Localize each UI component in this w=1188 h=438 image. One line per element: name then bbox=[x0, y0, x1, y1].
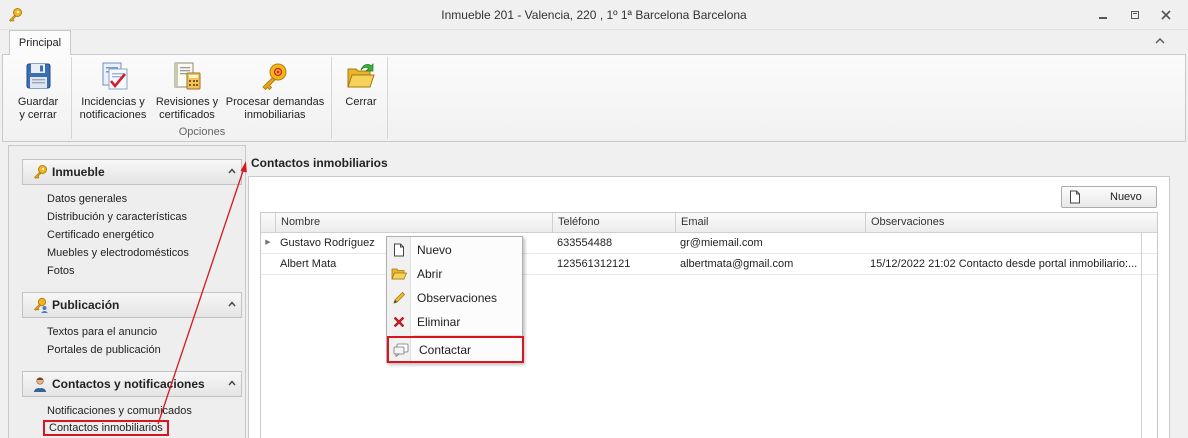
column-header-observaciones[interactable]: Observaciones bbox=[865, 213, 1141, 233]
sidebar-item-textos-anuncio[interactable]: Textos para el anuncio bbox=[47, 324, 157, 340]
cell-email: gr@miemail.com bbox=[680, 237, 763, 249]
chevron-up-icon bbox=[1155, 38, 1165, 44]
chevron-up-icon[interactable] bbox=[223, 166, 241, 179]
close-ribbon-label: Cerrar bbox=[345, 96, 377, 108]
new-document-icon bbox=[1070, 190, 1080, 204]
sidebar: Inmueble Datos generales Distribución y … bbox=[8, 145, 246, 438]
ribbon-separator bbox=[331, 57, 332, 139]
chevron-up-icon[interactable] bbox=[223, 299, 241, 312]
chevron-up-icon[interactable] bbox=[223, 378, 241, 391]
open-folder-icon bbox=[391, 268, 407, 280]
context-menu-item-eliminar[interactable]: Eliminar bbox=[387, 310, 522, 334]
sidebar-group-title: Inmueble bbox=[52, 165, 105, 179]
ribbon-separator bbox=[71, 57, 72, 139]
cell-observaciones: 15/12/2022 21:02 Contacto desde portal i… bbox=[870, 258, 1138, 270]
speech-bubbles-icon bbox=[393, 343, 409, 357]
restore-icon bbox=[1131, 11, 1139, 19]
column-header-telefono[interactable]: Teléfono bbox=[552, 213, 675, 233]
tab-principal[interactable]: Principal bbox=[9, 30, 71, 55]
sidebar-item-datos-generales[interactable]: Datos generales bbox=[47, 191, 127, 207]
minimize-icon bbox=[1099, 17, 1107, 19]
page-title: Contactos inmobiliarios bbox=[251, 156, 388, 170]
ribbon-tab-row: Principal bbox=[0, 30, 1188, 55]
ribbon-group-label: Opciones bbox=[178, 126, 226, 138]
ribbon: Guardar y cerrar Incidencias y notificac… bbox=[2, 54, 1186, 142]
sidebar-group-inmueble[interactable]: Inmueble bbox=[22, 159, 242, 185]
red-x-icon bbox=[393, 316, 405, 328]
incidencias-button[interactable]: Incidencias y notificaciones bbox=[76, 55, 150, 125]
context-menu-item-contactar[interactable]: Contactar bbox=[387, 336, 524, 363]
cell-email: albertmata@gmail.com bbox=[680, 258, 794, 270]
key-signal-icon bbox=[262, 63, 287, 91]
close-button[interactable] bbox=[1155, 6, 1177, 24]
folder-exit-icon bbox=[347, 63, 375, 88]
column-header-nombre[interactable]: Nombre bbox=[275, 213, 552, 233]
context-menu-label: Eliminar bbox=[417, 315, 461, 329]
sidebar-item-contactos-inmobiliarios[interactable]: Contactos inmobiliarios bbox=[43, 420, 169, 436]
title-bar: Inmueble 201 - Valencia, 220 , 1º 1ª Bar… bbox=[0, 0, 1188, 30]
sidebar-group-title: Contactos y notificaciones bbox=[52, 377, 205, 391]
sidebar-item-fotos[interactable]: Fotos bbox=[47, 263, 75, 279]
revisiones-label: Revisiones y certificados bbox=[155, 96, 219, 121]
sidebar-item-certificado[interactable]: Certificado energético bbox=[47, 227, 154, 243]
sidebar-item-notificaciones[interactable]: Notificaciones y comunicados bbox=[47, 403, 192, 419]
sidebar-group-title: Publicación bbox=[52, 298, 120, 312]
context-menu-label: Contactar bbox=[419, 342, 472, 357]
new-contact-label: Nuevo bbox=[1110, 191, 1142, 203]
column-header-email[interactable]: Email bbox=[675, 213, 865, 233]
grid-right-border bbox=[1141, 233, 1142, 438]
close-ribbon-button[interactable]: Cerrar bbox=[336, 55, 386, 125]
sidebar-item-muebles[interactable]: Muebles y electrodomésticos bbox=[47, 245, 189, 261]
sidebar-group-publicacion[interactable]: Publicación bbox=[22, 292, 242, 318]
cell-telefono: 123561312121 bbox=[557, 258, 631, 270]
incidencias-label: Incidencias y notificaciones bbox=[79, 96, 147, 121]
new-document-icon bbox=[394, 243, 404, 257]
window-title: Inmueble 201 - Valencia, 220 , 1º 1ª Bar… bbox=[441, 8, 747, 22]
context-menu-label: Abrir bbox=[417, 267, 443, 281]
procesar-demandas-button[interactable]: Procesar demandas inmobiliarias bbox=[225, 55, 325, 125]
context-menu-label: Nuevo bbox=[417, 243, 452, 257]
sidebar-item-distribucion[interactable]: Distribución y características bbox=[47, 209, 187, 225]
key-people-icon bbox=[34, 297, 48, 313]
cell-telefono: 633554488 bbox=[557, 237, 613, 249]
certificate-calculator-icon bbox=[174, 62, 201, 90]
grid-header: Nombre Teléfono Email Observaciones bbox=[261, 213, 1157, 233]
pencil-icon bbox=[393, 291, 406, 304]
row-indicator-icon: ▶ bbox=[265, 239, 271, 246]
save-close-button[interactable]: Guardar y cerrar bbox=[13, 55, 63, 125]
context-menu-item-abrir[interactable]: Abrir bbox=[387, 262, 522, 286]
sidebar-group-contactos[interactable]: Contactos y notificaciones bbox=[22, 371, 242, 397]
context-menu: Nuevo Abrir Observaciones Eliminar Conta… bbox=[386, 236, 524, 363]
person-icon bbox=[34, 377, 46, 392]
ribbon-collapse-button[interactable] bbox=[1154, 35, 1166, 47]
revisiones-button[interactable]: Revisiones y certificados bbox=[153, 55, 221, 125]
sidebar-item-portales[interactable]: Portales de publicación bbox=[47, 342, 161, 358]
minimize-button[interactable] bbox=[1092, 6, 1114, 24]
restore-button[interactable] bbox=[1124, 6, 1146, 24]
procesar-demandas-label: Procesar demandas inmobiliarias bbox=[225, 96, 325, 121]
clipboard-check-icon bbox=[102, 62, 128, 90]
context-menu-item-nuevo[interactable]: Nuevo bbox=[387, 238, 522, 262]
context-menu-item-observaciones[interactable]: Observaciones bbox=[387, 286, 522, 310]
save-close-label: Guardar y cerrar bbox=[17, 96, 59, 121]
cell-observaciones bbox=[865, 233, 1141, 254]
context-menu-label: Observaciones bbox=[417, 291, 498, 305]
key-icon bbox=[34, 165, 47, 179]
ribbon-separator bbox=[387, 57, 388, 139]
floppy-disk-icon bbox=[26, 63, 51, 89]
close-icon bbox=[1161, 10, 1171, 20]
new-contact-button[interactable]: Nuevo bbox=[1061, 186, 1157, 208]
